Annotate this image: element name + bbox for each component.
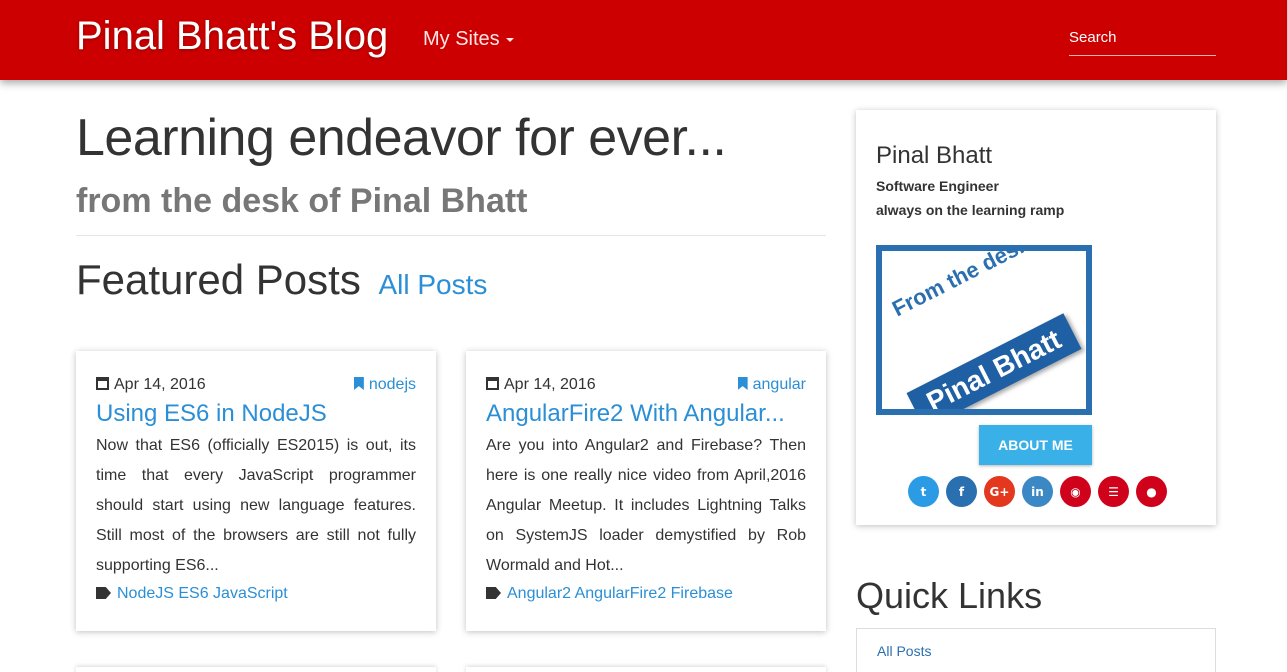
- post-date: Apr 14, 2016: [486, 376, 596, 394]
- post-card-partial: [76, 667, 436, 672]
- logo-banner: Pinal Bhatt: [906, 313, 1082, 415]
- site-brand-link[interactable]: Pinal Bhatt's Blog: [76, 14, 388, 59]
- my-sites-dropdown[interactable]: My Sites: [423, 28, 514, 51]
- calendar-icon: [96, 377, 109, 390]
- post-card: Apr 14, 2016 nodejs Using ES6 in NodeJS …: [76, 351, 436, 631]
- post-card-partial: [466, 667, 826, 672]
- profile-card: Pinal Bhatt Software Engineer always on …: [856, 110, 1216, 525]
- post-date-text: Apr 14, 2016: [504, 376, 596, 393]
- caret-down-icon: [505, 37, 514, 42]
- quick-links-list: All Posts: [856, 628, 1216, 672]
- post-category-text: angular: [752, 376, 806, 393]
- post-card: Apr 14, 2016 angular AngularFire2 With A…: [466, 351, 826, 631]
- search-input[interactable]: [1069, 20, 1216, 56]
- post-excerpt: Are you into Angular2 and Firebase? Then…: [486, 437, 806, 574]
- divider: [76, 235, 826, 236]
- tags-icon: [96, 587, 111, 599]
- about-me-button[interactable]: ABOUT ME: [979, 425, 1092, 465]
- page-title: Learning endeavor for ever...: [76, 109, 727, 167]
- quick-link-all-posts[interactable]: All Posts: [877, 643, 931, 659]
- twitter-icon[interactable]: t: [908, 476, 939, 507]
- post-date-text: Apr 14, 2016: [114, 376, 206, 393]
- post-category-text: nodejs: [368, 376, 416, 393]
- profile-role: Software Engineer: [876, 178, 999, 194]
- quick-links-heading: Quick Links: [856, 575, 1043, 616]
- post-excerpt: Now that ES6 (officially ES2015) is out,…: [96, 437, 416, 574]
- google-plus-icon[interactable]: G+: [984, 476, 1015, 507]
- profile-logo: From the desk of Pinal Bhatt: [876, 245, 1092, 415]
- bookmark-icon: [737, 377, 748, 390]
- featured-posts-heading: Featured Posts All Posts: [76, 256, 487, 304]
- post-tags: NodeJS ES6 JavaScript: [96, 585, 288, 603]
- tags-icon: [486, 587, 501, 599]
- profile-tagline: always on the learning ramp: [876, 202, 1065, 218]
- page-subtitle: from the desk of Pinal Bhatt: [76, 182, 528, 220]
- post-title-link[interactable]: AngularFire2 With Angular...: [486, 400, 785, 428]
- profile-name: Pinal Bhatt: [876, 142, 993, 169]
- post-title-link[interactable]: Using ES6 in NodeJS: [96, 400, 327, 428]
- top-navbar: Pinal Bhatt's Blog My Sites: [0, 0, 1287, 80]
- calendar-icon: [486, 377, 499, 390]
- all-posts-link[interactable]: All Posts: [378, 269, 487, 300]
- logo-text-line1: From the desk of: [888, 245, 1058, 322]
- bookmark-icon: [353, 377, 364, 390]
- social-links: t f G+ in ◉ ☰ ●: [908, 476, 1167, 507]
- rss-icon[interactable]: ☰: [1098, 476, 1129, 507]
- linkedin-icon[interactable]: in: [1022, 476, 1053, 507]
- post-category-link[interactable]: angular: [737, 376, 806, 394]
- github-icon[interactable]: ◉: [1060, 476, 1091, 507]
- post-tags-link[interactable]: Angular2 AngularFire2 Firebase: [507, 585, 733, 602]
- user-icon[interactable]: ●: [1136, 476, 1167, 507]
- my-sites-label: My Sites: [423, 28, 500, 50]
- post-date: Apr 14, 2016: [96, 376, 206, 394]
- facebook-icon[interactable]: f: [946, 476, 977, 507]
- post-tags: Angular2 AngularFire2 Firebase: [486, 585, 733, 603]
- post-tags-link[interactable]: NodeJS ES6 JavaScript: [117, 585, 288, 602]
- featured-posts-title: Featured Posts: [76, 256, 361, 303]
- logo-text-line2: Pinal Bhatt: [921, 323, 1066, 415]
- post-category-link[interactable]: nodejs: [353, 376, 416, 394]
